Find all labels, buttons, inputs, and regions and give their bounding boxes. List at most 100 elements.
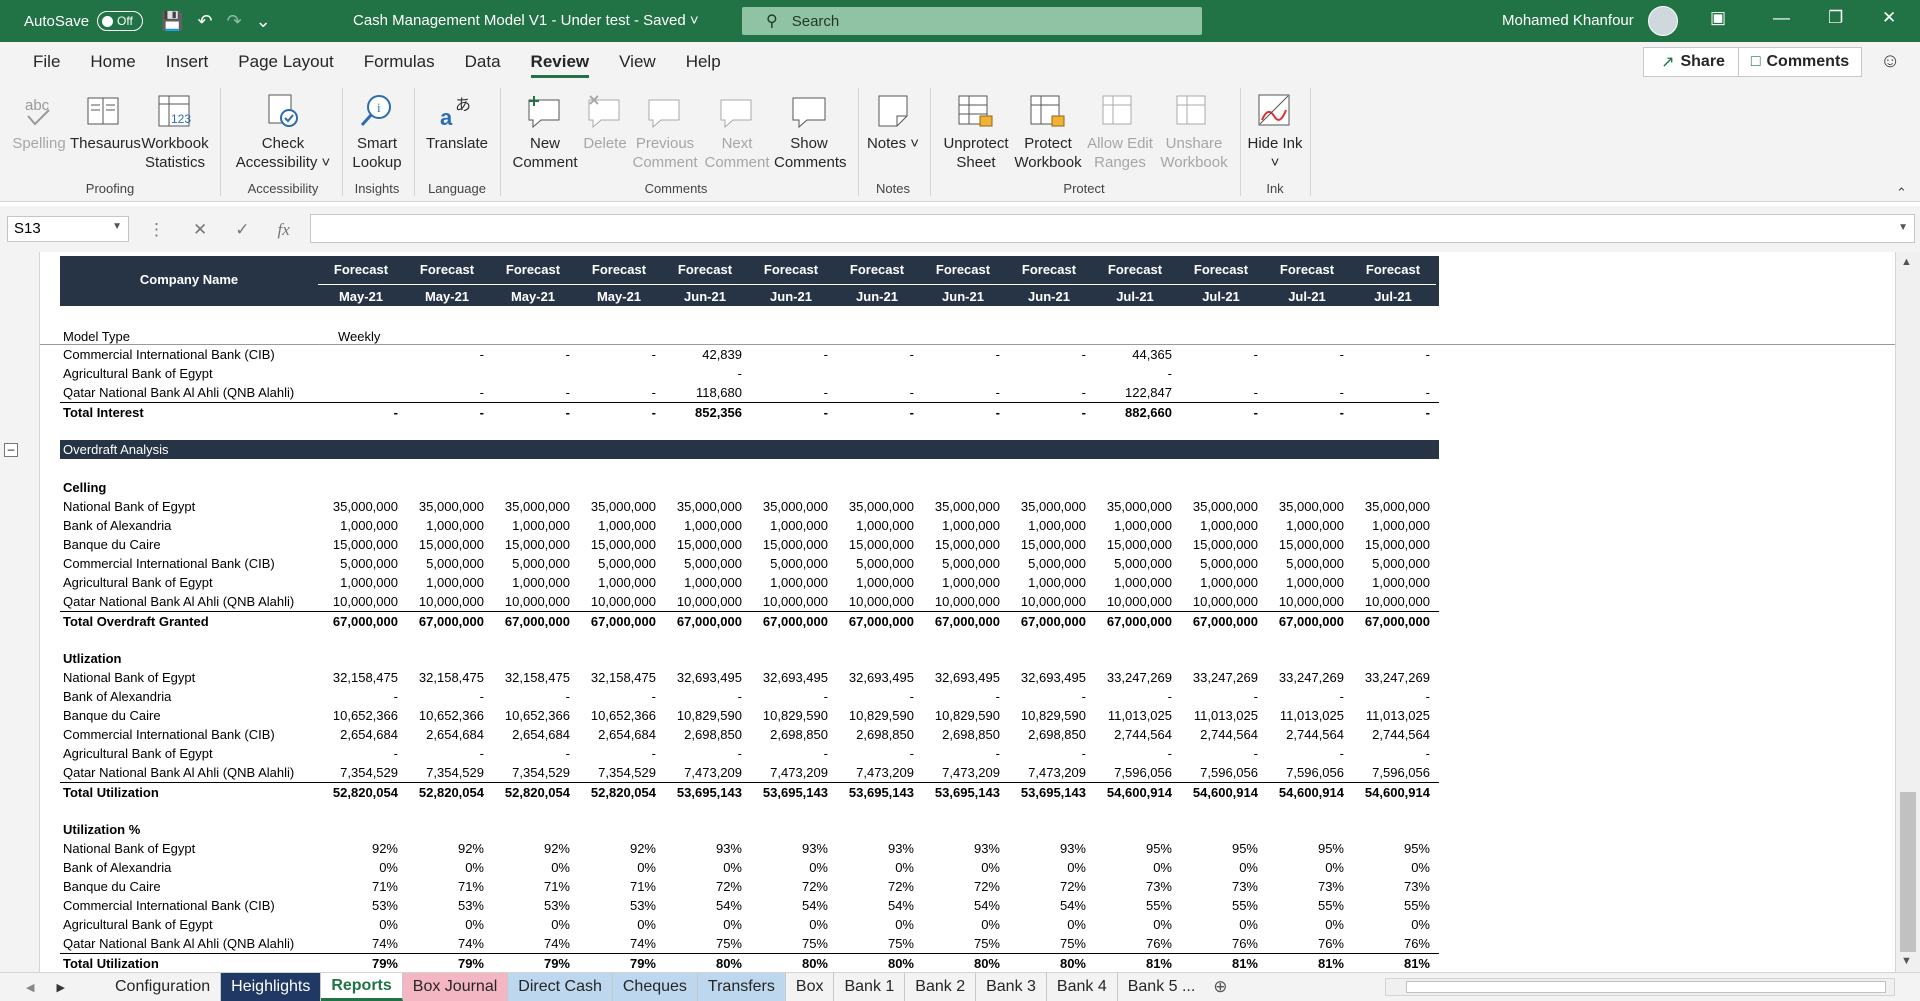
table-cell[interactable]: 72% (1006, 879, 1092, 894)
table-cell[interactable]: 81% (1350, 956, 1436, 971)
table-cell[interactable]: 76% (1178, 936, 1264, 951)
table-cell[interactable]: 2,698,850 (662, 727, 748, 742)
table-cell[interactable]: 10,829,590 (834, 708, 920, 723)
table-cell[interactable]: 67,000,000 (1006, 614, 1092, 629)
table-cell[interactable]: - (1264, 689, 1350, 704)
table-cell[interactable]: 2,744,564 (1092, 727, 1178, 742)
table-cell[interactable]: 5,000,000 (318, 556, 404, 571)
table-cell[interactable]: 93% (834, 841, 920, 856)
document-title[interactable]: Cash Management Model V1 - Under test - … (353, 12, 699, 29)
table-cell[interactable]: 92% (490, 841, 576, 856)
table-cell[interactable]: 0% (1092, 860, 1178, 875)
table-cell[interactable]: 79% (318, 956, 404, 971)
sheet-tab[interactable]: Bank 3 (976, 973, 1047, 1001)
table-cell[interactable]: 2,744,564 (1264, 727, 1350, 742)
vertical-scrollbar[interactable]: ▲ ▼ (1895, 252, 1920, 972)
table-cell[interactable]: 79% (490, 956, 576, 971)
table-cell[interactable]: 0% (834, 917, 920, 932)
table-cell[interactable]: 71% (404, 879, 490, 894)
table-cell[interactable]: 32,693,495 (1006, 670, 1092, 685)
table-cell[interactable]: 2,744,564 (1350, 727, 1436, 742)
table-cell[interactable]: 54% (920, 898, 1006, 913)
table-cell[interactable]: 74% (576, 936, 662, 951)
collapse-group-icon[interactable]: – (4, 443, 18, 457)
table-cell[interactable]: - (1350, 347, 1436, 362)
table-cell[interactable]: 32,693,495 (920, 670, 1006, 685)
table-cell[interactable]: 2,744,564 (1178, 727, 1264, 742)
table-cell[interactable]: - (1350, 405, 1436, 420)
table-cell[interactable]: - (1264, 746, 1350, 761)
row-label[interactable]: National Bank of Egypt (63, 499, 195, 514)
table-cell[interactable]: - (920, 689, 1006, 704)
table-cell[interactable]: - (1092, 366, 1178, 381)
table-cell[interactable]: 15,000,000 (920, 537, 1006, 552)
table-cell[interactable]: 1,000,000 (748, 518, 834, 533)
table-cell[interactable]: 52,820,054 (490, 785, 576, 800)
table-cell[interactable]: - (1178, 347, 1264, 362)
table-cell[interactable]: 75% (748, 936, 834, 951)
table-cell[interactable]: 1,000,000 (834, 518, 920, 533)
table-cell[interactable]: 10,000,000 (834, 594, 920, 609)
table-cell[interactable]: 2,654,684 (404, 727, 490, 742)
thesaurus-button[interactable]: Thesaurus (70, 88, 141, 153)
row-label[interactable]: Commercial International Bank (CIB) (63, 898, 275, 913)
row-label[interactable]: Banque du Caire (63, 708, 161, 723)
table-cell[interactable]: 5,000,000 (662, 556, 748, 571)
table-cell[interactable]: 1,000,000 (1092, 575, 1178, 590)
table-cell[interactable]: 10,000,000 (576, 594, 662, 609)
translate-button[interactable]: aあ Translate (418, 88, 496, 153)
table-cell[interactable]: 5,000,000 (1264, 556, 1350, 571)
scroll-down-icon[interactable]: ▼ (1901, 955, 1912, 967)
table-cell[interactable]: 35,000,000 (318, 499, 404, 514)
row-label[interactable]: Agricultural Bank of Egypt (63, 575, 213, 590)
table-cell[interactable]: 79% (576, 956, 662, 971)
table-cell[interactable]: 0% (318, 860, 404, 875)
row-label[interactable]: Banque du Caire (63, 879, 161, 894)
table-cell[interactable]: - (576, 347, 662, 362)
sheet-tab[interactable]: Box (786, 973, 835, 1001)
table-cell[interactable]: 53,695,143 (748, 785, 834, 800)
table-cell[interactable]: 75% (1006, 936, 1092, 951)
table-cell[interactable]: 74% (404, 936, 490, 951)
undo-icon[interactable]: ↶ (197, 11, 212, 32)
table-cell[interactable]: 74% (318, 936, 404, 951)
table-cell[interactable]: 52,820,054 (576, 785, 662, 800)
table-cell[interactable]: 1,000,000 (662, 575, 748, 590)
table-cell[interactable]: 53,695,143 (1006, 785, 1092, 800)
table-cell[interactable]: 15,000,000 (1006, 537, 1092, 552)
table-cell[interactable]: 10,000,000 (490, 594, 576, 609)
table-cell[interactable]: 35,000,000 (404, 499, 490, 514)
table-cell[interactable]: 33,247,269 (1350, 670, 1436, 685)
table-cell[interactable]: 1,000,000 (1350, 518, 1436, 533)
cancel-icon[interactable]: ✕ (193, 220, 207, 240)
ribbon-display-options-icon[interactable]: ▣ (1710, 8, 1726, 28)
table-cell[interactable]: - (1006, 405, 1092, 420)
table-cell[interactable]: - (576, 746, 662, 761)
table-cell[interactable]: - (1264, 385, 1350, 400)
table-cell[interactable]: 53% (490, 898, 576, 913)
table-cell[interactable]: 2,698,850 (834, 727, 920, 742)
allow-edit-ranges-button[interactable]: Allow Edit Ranges (1084, 88, 1156, 172)
table-cell[interactable]: - (748, 405, 834, 420)
table-cell[interactable]: 0% (1350, 860, 1436, 875)
row-label[interactable]: Agricultural Bank of Egypt (63, 917, 213, 932)
table-cell[interactable]: 92% (576, 841, 662, 856)
delete-comment-button[interactable]: Delete (582, 88, 628, 153)
table-cell[interactable]: 55% (1264, 898, 1350, 913)
close-icon[interactable]: ✕ (1882, 8, 1896, 28)
table-cell[interactable]: 0% (1264, 860, 1350, 875)
table-cell[interactable]: 1,000,000 (920, 518, 1006, 533)
table-cell[interactable]: 10,000,000 (662, 594, 748, 609)
table-cell[interactable]: 54,600,914 (1350, 785, 1436, 800)
table-cell[interactable]: - (1092, 746, 1178, 761)
table-cell[interactable]: 95% (1350, 841, 1436, 856)
share-button[interactable]: ↗ Share (1643, 47, 1743, 77)
table-cell[interactable]: 80% (1006, 956, 1092, 971)
table-cell[interactable]: 74% (490, 936, 576, 951)
table-cell[interactable]: 10,000,000 (1350, 594, 1436, 609)
table-cell[interactable]: 73% (1178, 879, 1264, 894)
table-cell[interactable]: 852,356 (662, 405, 748, 420)
table-cell[interactable]: 7,354,529 (404, 765, 490, 780)
table-cell[interactable]: 10,829,590 (662, 708, 748, 723)
table-cell[interactable]: 67,000,000 (748, 614, 834, 629)
